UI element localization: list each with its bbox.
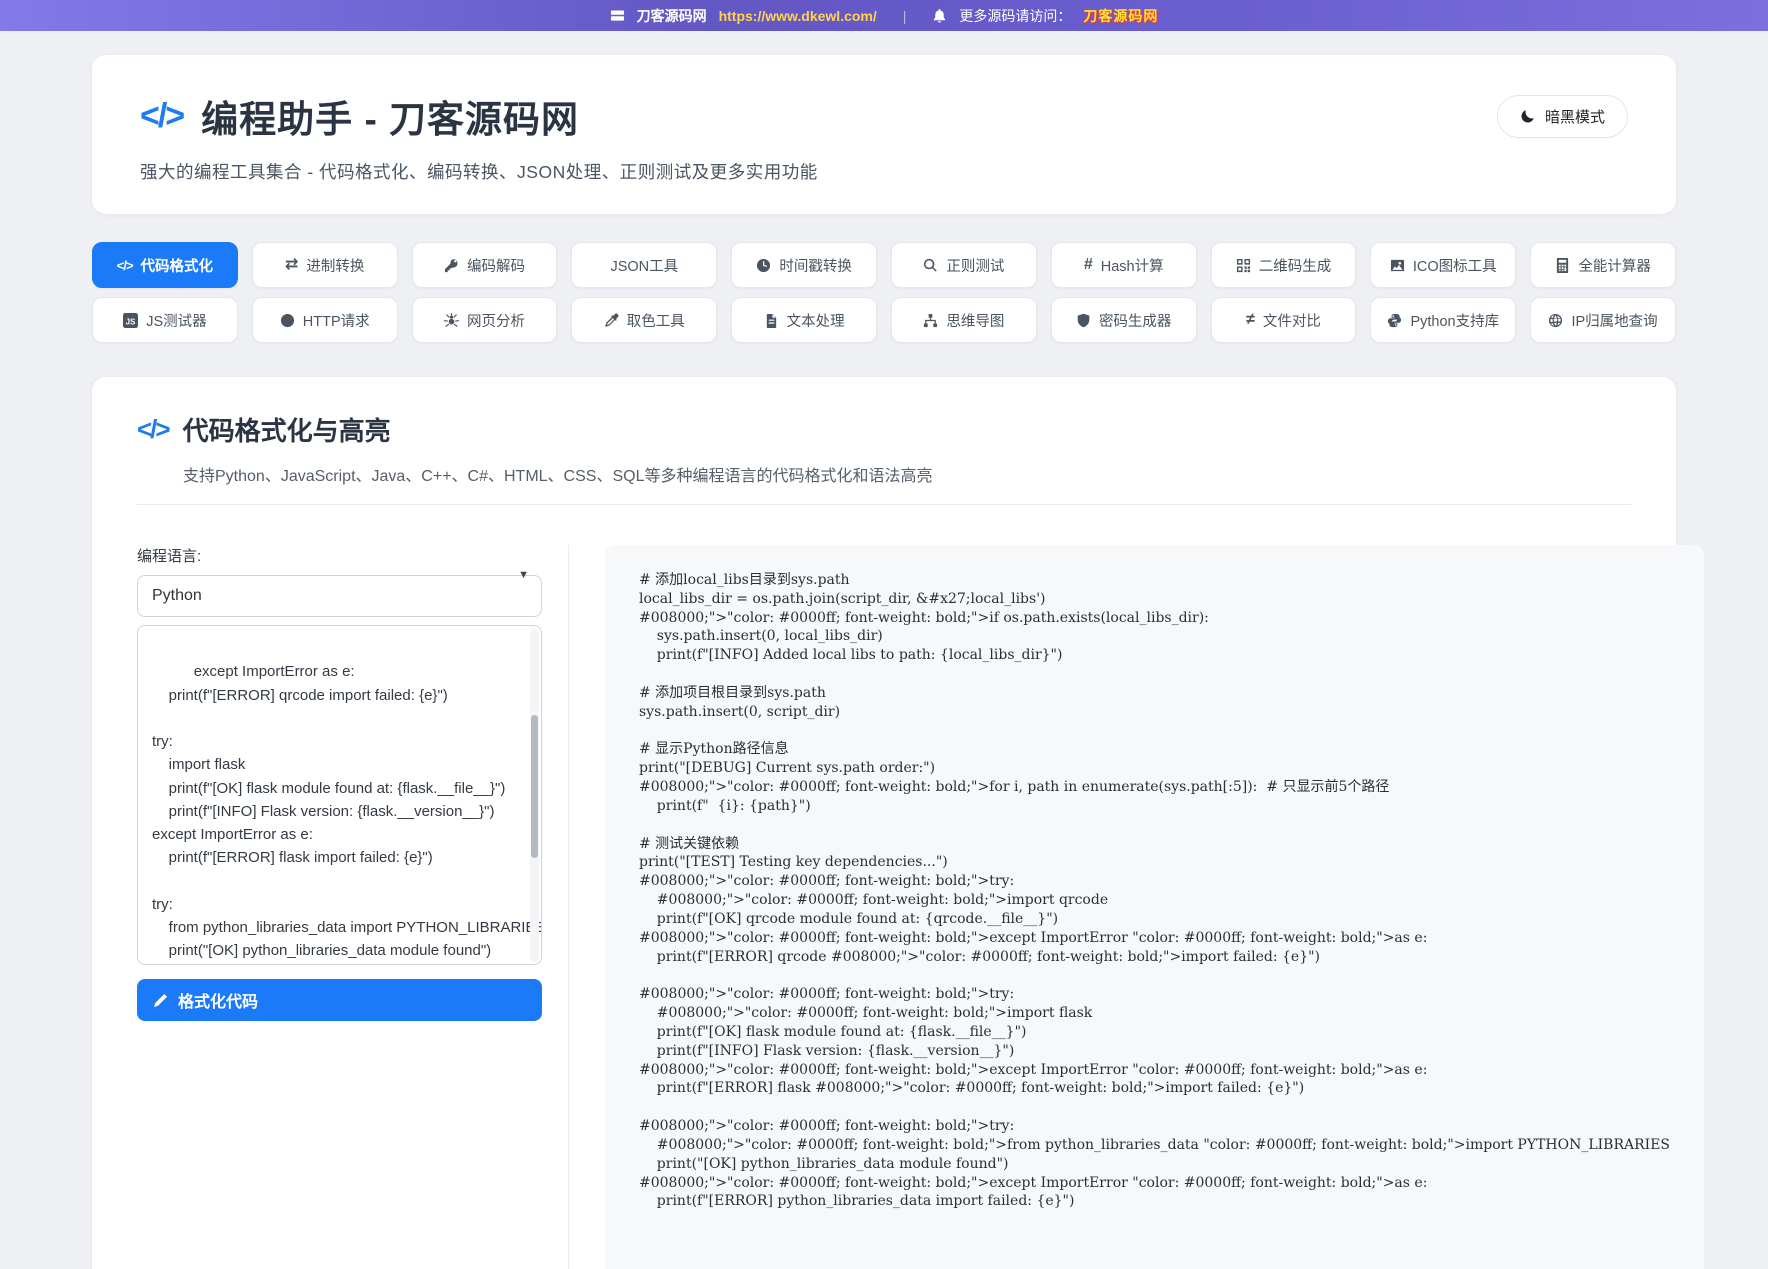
tab-label: 取色工具 <box>627 310 685 331</box>
shield-icon <box>1076 313 1091 328</box>
menu-icon <box>610 8 625 23</box>
globe-icon <box>280 313 295 328</box>
section-divider <box>137 504 1631 505</box>
editor-column: 编程语言: Python ▼ except ImportError as e: … <box>137 545 542 1269</box>
tab-label: 全能计算器 <box>1578 255 1651 276</box>
js-icon: JS <box>123 313 138 328</box>
tab-python-libs[interactable]: Python支持库 <box>1370 297 1516 343</box>
tab-label: 二维码生成 <box>1259 255 1332 276</box>
tool-tabs-row-2: JS JS测试器 HTTP请求 网页分析 取色工具 文本处理 思维导图 密码生成器 ≠ 文件对比 P… <box>92 297 1676 343</box>
tab-label: 进制转换 <box>306 255 364 276</box>
topbar-more-link[interactable]: 刀客源码网 <box>1083 6 1158 26</box>
search-icon <box>923 258 938 273</box>
mindmap-icon <box>923 313 938 328</box>
tab-label: 文件对比 <box>1263 310 1321 331</box>
qrcode-icon <box>1236 258 1251 273</box>
key-icon <box>444 258 459 273</box>
tab-file-diff[interactable]: ≠ 文件对比 <box>1211 297 1357 343</box>
tab-label: 正则测试 <box>946 255 1004 276</box>
source-code-text: except ImportError as e: print(f"[ERROR]… <box>152 663 542 965</box>
tab-label: Python支持库 <box>1410 310 1499 331</box>
pencil-icon <box>153 993 168 1008</box>
topbar-site-url[interactable]: https://www.dkewl.com/ <box>719 8 877 24</box>
tab-label: 时间戳转换 <box>779 255 852 276</box>
tab-label: IP归属地查询 <box>1571 310 1657 331</box>
tab-qrcode-gen[interactable]: 二维码生成 <box>1211 242 1357 288</box>
formatted-code-output[interactable]: # 添加local_libs目录到sys.path local_libs_dir… <box>605 545 1704 1269</box>
dark-mode-button[interactable]: 暗黑模式 <box>1497 95 1628 138</box>
tab-label: 网页分析 <box>467 310 525 331</box>
top-banner: 刀客源码网 https://www.dkewl.com/ | 更多源码请访问： … <box>0 0 1768 31</box>
section-title: 代码格式化与高亮 <box>183 411 391 448</box>
page-header: </> 编程助手 - 刀客源码网 暗黑模式 强大的编程工具集合 - 代码格式化、… <box>92 55 1676 214</box>
tab-password-gen[interactable]: 密码生成器 <box>1051 297 1197 343</box>
tab-calculator[interactable]: 全能计算器 <box>1530 242 1676 288</box>
tab-label: 思维导图 <box>946 310 1004 331</box>
calculator-icon <box>1555 258 1570 273</box>
code-formatter-panel: </> 代码格式化与高亮 支持Python、JavaScript、Java、C+… <box>92 377 1676 1269</box>
tool-tabs-row-1: </> 代码格式化 ⇄ 进制转换 编码解码 JSON工具 时间戳转换 正则测试 # Hash计算 二… <box>92 242 1676 288</box>
eyedropper-icon <box>604 313 619 328</box>
dark-mode-label: 暗黑模式 <box>1545 106 1605 127</box>
tab-label: JSON工具 <box>610 255 678 276</box>
language-label: 编程语言: <box>137 545 542 566</box>
topbar-more-text: 更多源码请访问： <box>959 6 1071 26</box>
topbar-separator: | <box>903 8 907 24</box>
tab-code-format[interactable]: </> 代码格式化 <box>92 242 238 288</box>
code-icon: </> <box>137 414 169 445</box>
tab-web-analyze[interactable]: 网页分析 <box>412 297 558 343</box>
tab-label: 编码解码 <box>467 255 525 276</box>
source-code-textarea[interactable]: except ImportError as e: print(f"[ERROR]… <box>137 625 542 965</box>
page-subtitle: 强大的编程工具集合 - 代码格式化、编码转换、JSON处理、正则测试及更多实用功… <box>140 159 1628 184</box>
tab-text-process[interactable]: 文本处理 <box>731 297 877 343</box>
bell-icon <box>932 8 947 23</box>
tab-label: ICO图标工具 <box>1413 255 1497 276</box>
tab-label: 密码生成器 <box>1099 310 1172 331</box>
textarea-scrollbar-thumb[interactable] <box>531 715 538 859</box>
code-icon: </> <box>140 97 183 136</box>
language-selected-value: Python <box>152 587 202 605</box>
document-icon <box>764 313 779 328</box>
tab-label: 文本处理 <box>787 310 845 331</box>
format-code-label: 格式化代码 <box>178 988 258 1012</box>
tab-base-convert[interactable]: ⇄ 进制转换 <box>252 242 398 288</box>
moon-icon <box>1520 108 1536 124</box>
topbar-site-name: 刀客源码网 <box>637 6 707 26</box>
tab-ip-lookup[interactable]: IP归属地查询 <box>1530 297 1676 343</box>
tab-mindmap[interactable]: 思维导图 <box>891 297 1037 343</box>
tab-ico-tool[interactable]: ICO图标工具 <box>1370 242 1516 288</box>
tab-hash-calc[interactable]: # Hash计算 <box>1051 242 1197 288</box>
tab-js-tester[interactable]: JS JS测试器 <box>92 297 238 343</box>
section-subtitle: 支持Python、JavaScript、Java、C++、C#、HTML、CSS… <box>137 462 1631 486</box>
python-icon <box>1387 313 1402 328</box>
tab-json-tools[interactable]: JSON工具 <box>571 242 717 288</box>
globe-solid-icon <box>1548 313 1563 328</box>
tab-http-request[interactable]: HTTP请求 <box>252 297 398 343</box>
tab-label: 代码格式化 <box>141 255 214 276</box>
clock-icon <box>756 258 771 273</box>
not-equal-icon: ≠ <box>1246 312 1255 328</box>
tab-regex-test[interactable]: 正则测试 <box>891 242 1037 288</box>
output-column: # 添加local_libs目录到sys.path local_libs_dir… <box>568 545 1704 1269</box>
code-icon: </> <box>117 258 133 273</box>
tab-label: JS测试器 <box>146 310 206 331</box>
tab-color-picker[interactable]: 取色工具 <box>571 297 717 343</box>
image-icon <box>1390 258 1405 273</box>
tab-label: HTTP请求 <box>303 310 370 331</box>
tab-label: Hash计算 <box>1101 255 1164 276</box>
tab-timestamp[interactable]: 时间戳转换 <box>731 242 877 288</box>
chevron-down-icon: ▼ <box>518 569 529 581</box>
format-code-button[interactable]: 格式化代码 <box>137 979 542 1021</box>
hash-icon: # <box>1084 257 1093 273</box>
textarea-scrollbar[interactable] <box>530 628 539 962</box>
tab-encode-decode[interactable]: 编码解码 <box>412 242 558 288</box>
language-select[interactable]: Python ▼ <box>137 575 542 617</box>
svg-text:JS: JS <box>126 317 136 326</box>
page-title: 编程助手 - 刀客源码网 <box>201 89 579 143</box>
swap-icon: ⇄ <box>285 257 298 273</box>
spider-icon <box>444 313 459 328</box>
